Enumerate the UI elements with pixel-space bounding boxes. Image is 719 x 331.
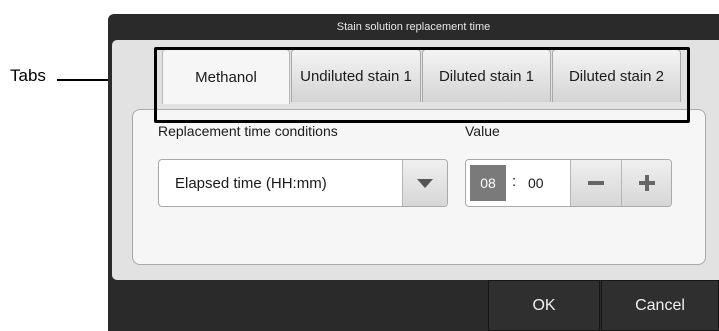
minutes-input[interactable]: 00 [528,175,544,191]
tab-content-panel: Replacement time conditions Elapsed time… [132,109,706,265]
tabs-callout-frame [154,47,690,123]
time-value-field: 08 : 00 [465,159,672,207]
ok-button[interactable]: OK [488,280,600,331]
plus-icon [639,175,655,191]
replacement-conditions-value: Elapsed time (HH:mm) [175,175,327,192]
replacement-conditions-label: Replacement time conditions [158,123,338,139]
value-label: Value [465,123,500,139]
dialog-title: Stain solution replacement time [336,21,491,33]
decrement-button[interactable] [570,160,621,206]
increment-button[interactable] [621,160,671,206]
cancel-button[interactable]: Cancel [601,280,719,331]
replacement-time-dialog: Stain solution replacement time Methanol… [108,14,719,331]
replacement-conditions-select[interactable]: Elapsed time (HH:mm) [158,159,448,207]
time-separator: : [512,173,517,190]
callout-label-tabs: Tabs [10,66,46,85]
hours-input[interactable]: 08 [470,165,506,201]
dialog-panel: Methanol Undiluted stain 1 Diluted stain… [112,40,719,280]
minus-icon [588,181,604,185]
chevron-down-icon [417,178,433,188]
dropdown-button[interactable] [402,160,447,206]
